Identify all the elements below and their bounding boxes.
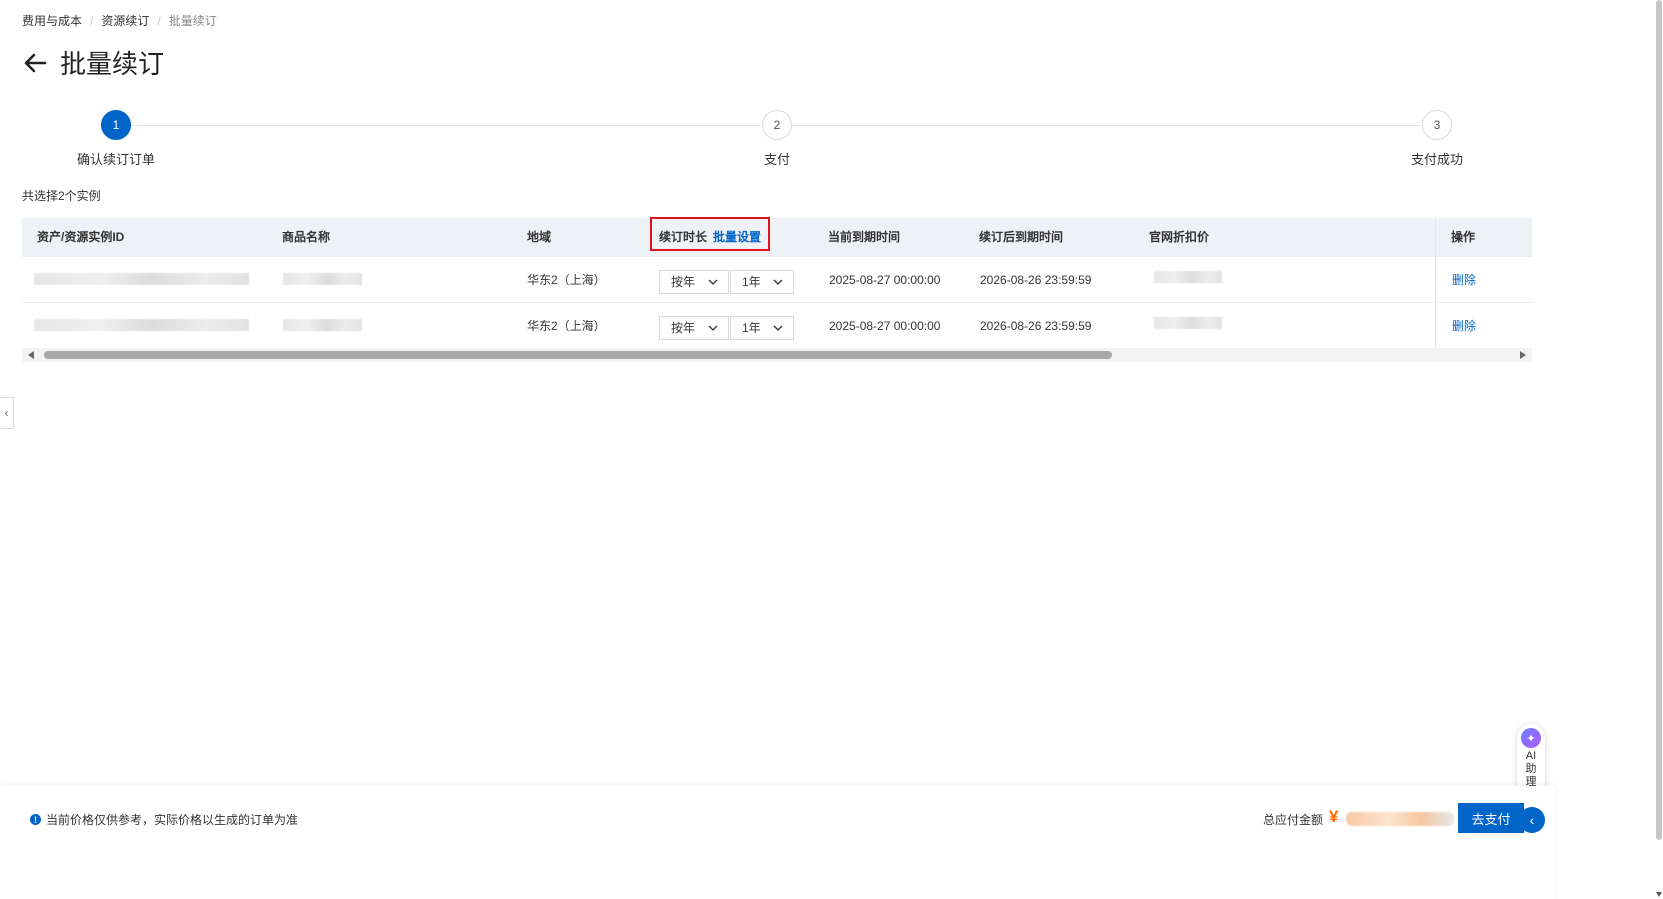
page-title: 批量续订 — [60, 49, 165, 79]
breadcrumb-item-renewal[interactable]: 资源续订 — [101, 12, 149, 29]
progress-steps: 1 确认续订订单 2 支付 3 支付成功 — [0, 110, 1560, 180]
row-renewed-expiry: 2026-08-26 23:59:59 — [980, 319, 1092, 333]
breadcrumb-item-current: 批量续订 — [168, 14, 217, 28]
row-region: 华东2（上海） — [527, 319, 606, 333]
breadcrumb: 费用与成本 / 资源续订 / 批量续订 — [22, 12, 217, 29]
breadcrumb-item-billing[interactable]: 费用与成本 — [22, 12, 82, 29]
sidebar-expand-icon[interactable]: ‹ — [0, 397, 14, 429]
fixed-column-divider — [1435, 257, 1436, 302]
period-value-select[interactable]: 1年 — [730, 270, 794, 294]
total-amount-label: 总应付金额 — [1263, 813, 1324, 827]
period-unit-value: 按年 — [671, 275, 696, 289]
header-product-name: 商品名称 — [282, 230, 331, 244]
table-horizontal-scrollbar[interactable] — [22, 348, 1532, 362]
period-unit-value: 按年 — [671, 321, 696, 335]
step-1-label: 确认续订订单 — [76, 152, 156, 167]
redacted-product-name — [283, 273, 362, 285]
redacted-asset-id — [34, 319, 249, 331]
delete-link[interactable]: 删除 — [1452, 273, 1476, 287]
step-connector — [792, 125, 1421, 126]
breadcrumb-separator: / — [157, 13, 161, 28]
renewal-table: 资产/资源实例ID 商品名称 地域 续订时长 批量设置 当前到期时间 续订后到期时… — [22, 217, 1532, 349]
header-current-expiry: 当前到期时间 — [828, 230, 901, 244]
header-renewed-expiry: 续订后到期时间 — [979, 230, 1064, 244]
step-3-label: 支付成功 — [1410, 152, 1464, 167]
table-row: 华东2（上海） 按年 1年 2025-08-27 00:00:00 2026-0… — [22, 256, 1532, 302]
back-arrow-icon[interactable] — [22, 50, 48, 76]
step-3-indicator: 3 — [1422, 110, 1452, 140]
scroll-right-arrow-icon[interactable] — [1520, 351, 1526, 359]
selection-summary: 共选择2个实例 — [22, 189, 101, 203]
vertical-scrollbar-thumb[interactable] — [1656, 0, 1662, 840]
row-renewed-expiry: 2026-08-26 23:59:59 — [980, 273, 1092, 287]
chevron-down-icon — [708, 325, 718, 331]
chevron-down-icon — [773, 279, 783, 285]
period-unit-select[interactable]: 按年 — [659, 316, 729, 340]
page-vertical-scrollbar[interactable] — [1655, 0, 1663, 899]
period-value: 1年 — [742, 275, 761, 289]
highlight-annotation — [650, 217, 770, 251]
row-current-expiry: 2025-08-27 00:00:00 — [829, 319, 941, 333]
period-value: 1年 — [742, 321, 761, 335]
redacted-total-amount — [1346, 812, 1454, 826]
chevron-down-icon — [773, 325, 783, 331]
ai-sparkle-icon: ✦ — [1521, 728, 1541, 748]
breadcrumb-separator: / — [90, 13, 94, 28]
fixed-column-divider — [1435, 303, 1436, 348]
pay-button[interactable]: 去支付 — [1458, 803, 1524, 833]
row-current-expiry: 2025-08-27 00:00:00 — [829, 273, 941, 287]
redacted-price — [1154, 317, 1222, 329]
step-2-indicator: 2 — [762, 110, 792, 140]
redacted-price — [1154, 271, 1222, 283]
currency-symbol: ¥ — [1329, 807, 1339, 826]
redacted-asset-id — [34, 273, 249, 285]
step-connector — [131, 125, 761, 126]
table-header: 资产/资源实例ID 商品名称 地域 续订时长 批量设置 当前到期时间 续订后到期时… — [22, 217, 1532, 256]
chevron-down-icon — [708, 279, 718, 285]
scrollbar-thumb[interactable] — [44, 351, 1112, 359]
page-header: 批量续订 — [22, 44, 164, 81]
header-discount-price: 官网折扣价 — [1149, 230, 1210, 244]
delete-link[interactable]: 删除 — [1452, 319, 1476, 333]
checkout-footer: ! 当前价格仅供参考，实际价格以生成的订单为准 总应付金额 ¥ 去支付 ‹ — [0, 786, 1555, 899]
scroll-left-arrow-icon[interactable] — [28, 351, 34, 359]
step-1-indicator: 1 — [101, 110, 131, 140]
header-region: 地域 — [527, 230, 552, 244]
price-notice-text: 当前价格仅供参考，实际价格以生成的订单为准 — [46, 813, 299, 827]
collapse-chevron-icon[interactable]: ‹ — [1519, 807, 1545, 833]
step-2-label: 支付 — [763, 152, 791, 167]
header-actions: 操作 — [1451, 230, 1476, 244]
header-asset-id: 资产/资源实例ID — [37, 230, 125, 244]
info-icon: ! — [30, 814, 41, 825]
row-region: 华东2（上海） — [527, 273, 606, 287]
table-row: 华东2（上海） 按年 1年 2025-08-27 00:00:00 2026-0… — [22, 302, 1532, 348]
period-value-select[interactable]: 1年 — [730, 316, 794, 340]
period-unit-select[interactable]: 按年 — [659, 270, 729, 294]
ai-assistant-label: AI助理 — [1525, 750, 1537, 788]
price-notice: ! 当前价格仅供参考，实际价格以生成的订单为准 — [30, 811, 298, 828]
scroll-down-arrow-icon[interactable] — [1656, 892, 1662, 897]
redacted-product-name — [283, 319, 362, 331]
fixed-column-divider — [1435, 218, 1436, 256]
